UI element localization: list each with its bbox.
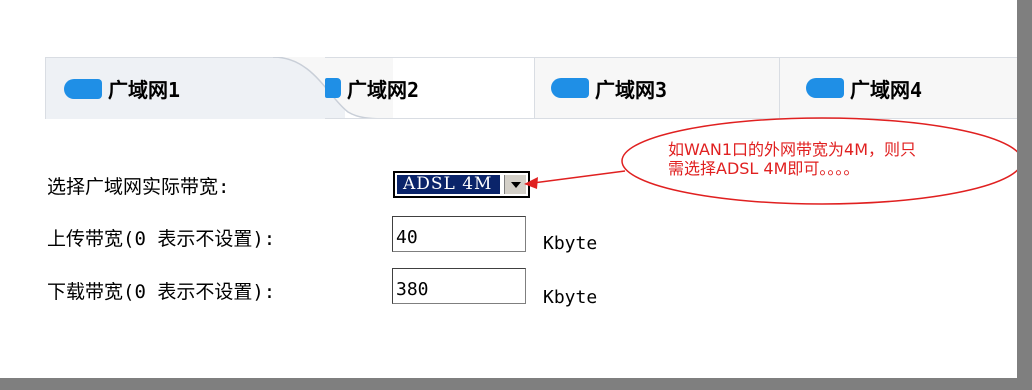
tab-label: 广域网2 <box>347 77 420 102</box>
wan-bandwidth-panel: 广域网1 广域网2 广域网3 广域网4 选择广域网实际带宽: ADSL 4M 上… <box>0 0 1032 390</box>
download-bandwidth-input[interactable] <box>392 268 526 304</box>
window-right-border <box>1017 0 1032 390</box>
window-bottom-border <box>0 378 1032 390</box>
upload-unit-label: Kbyte <box>543 233 598 254</box>
tab-label: 广域网4 <box>850 77 923 102</box>
annotation-line-1: 如WAN1口的外网带宽为4M，则只 <box>668 140 917 159</box>
tab-label: 广域网1 <box>108 78 181 102</box>
annotation-arrow-line <box>532 170 626 184</box>
upload-bandwidth-input[interactable] <box>392 216 526 252</box>
tab-tag-icon <box>551 78 589 98</box>
tab-label: 广域网3 <box>595 77 668 102</box>
tab-tag-icon <box>325 78 341 98</box>
tab-wan3[interactable]: 广域网3 <box>534 57 780 119</box>
upload-bandwidth-label: 上传带宽(0 表示不设置): <box>47 228 276 250</box>
bandwidth-type-label: 选择广域网实际带宽: <box>47 176 230 198</box>
annotation-text: 如WAN1口的外网带宽为4M，则只 需选择ADSL 4M即可。。。。 <box>668 140 1028 178</box>
tab-wan2[interactable]: 广域网2 <box>325 57 535 119</box>
download-bandwidth-label: 下载带宽(0 表示不设置): <box>47 281 276 303</box>
bandwidth-type-select[interactable]: ADSL 4M <box>393 171 530 198</box>
annotation-line-2: 需选择ADSL 4M即可。。。。 <box>668 159 860 178</box>
tab-wan4[interactable]: 广域网4 <box>779 57 1019 119</box>
tab-tag-icon <box>64 78 102 99</box>
chevron-down-icon[interactable] <box>504 175 526 194</box>
wan-tab-bar: 广域网1 广域网2 广域网3 广域网4 <box>45 57 1019 119</box>
download-unit-label: Kbyte <box>543 287 598 308</box>
tab-tag-icon <box>806 78 844 98</box>
select-selected-value: ADSL 4M <box>397 175 500 194</box>
